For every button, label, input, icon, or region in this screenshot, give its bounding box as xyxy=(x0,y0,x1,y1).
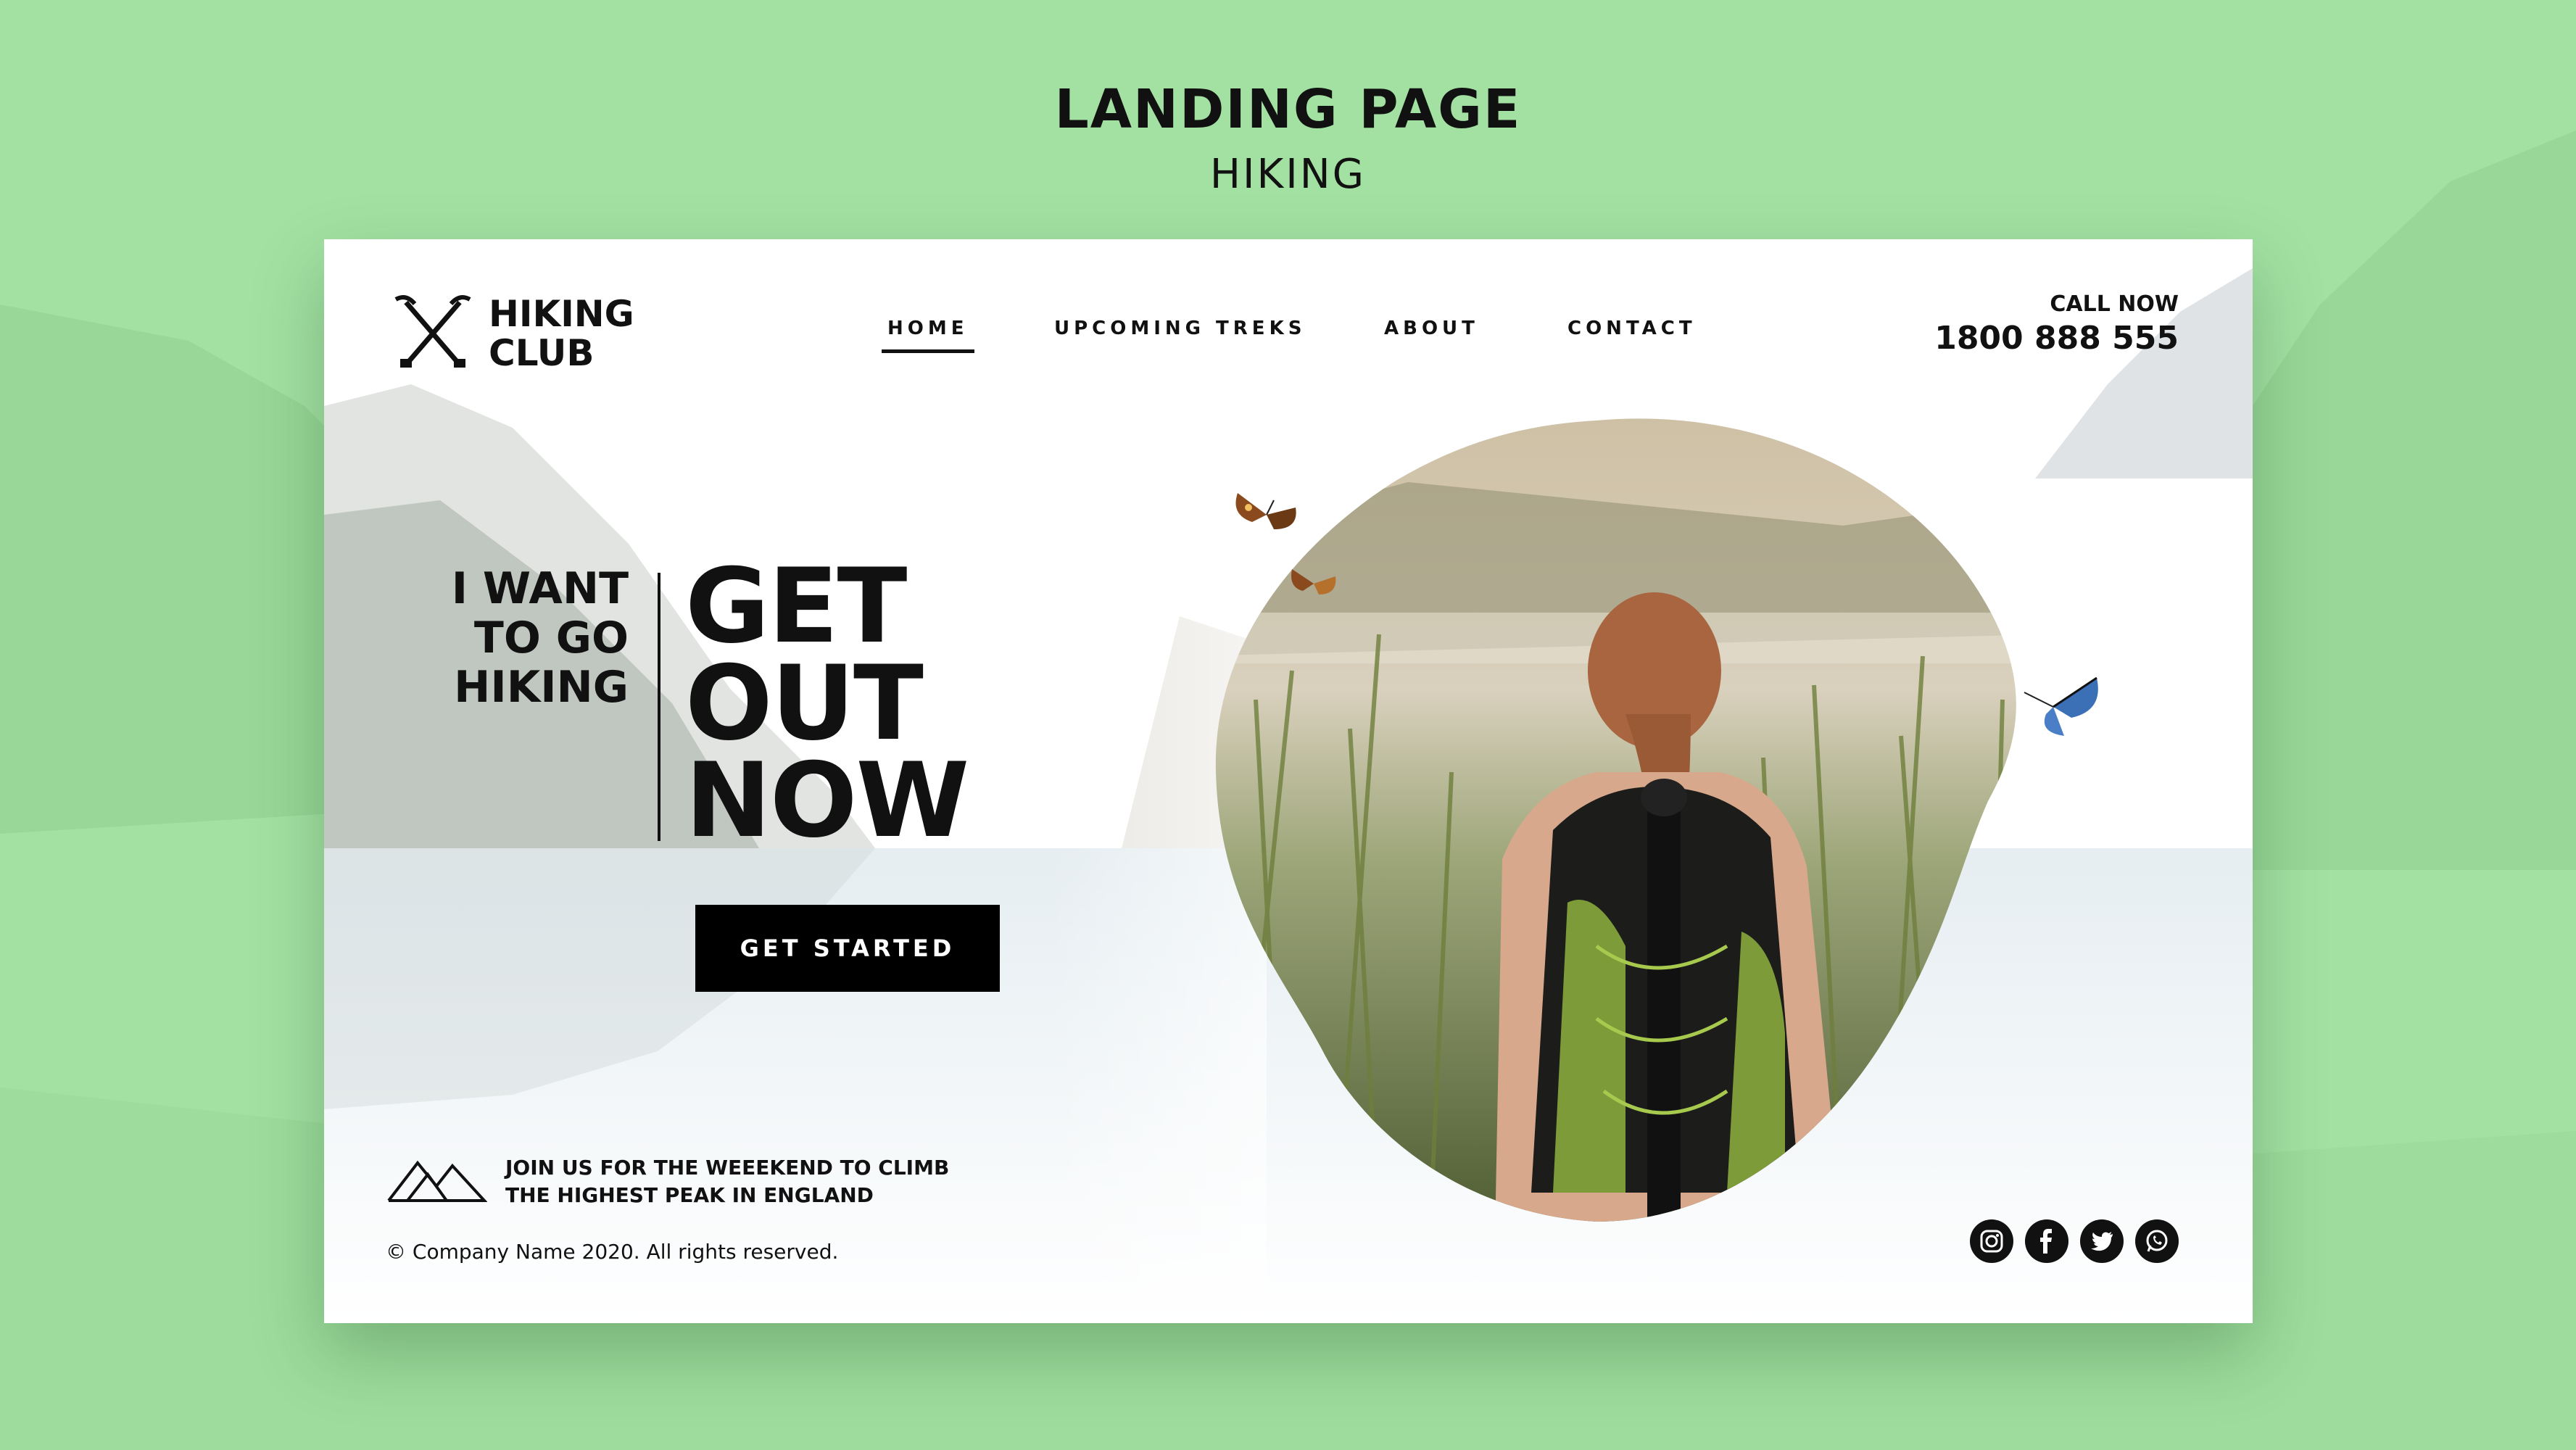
hero-big-heading: GET OUT NOW xyxy=(685,547,969,861)
hero-small-line: HIKING xyxy=(454,662,629,713)
hero-big-line: OUT xyxy=(685,644,924,763)
phone-number[interactable]: 1800 888 555 xyxy=(1934,320,2179,357)
nav-home[interactable]: HOME xyxy=(882,318,974,353)
call-now-label: CALL NOW xyxy=(2050,291,2179,317)
instagram-icon[interactable] xyxy=(1970,1219,2013,1263)
hero-small-heading: I WANT TO GO HIKING xyxy=(426,564,629,712)
call-now-block[interactable]: CALL NOW 1800 888 555 xyxy=(1934,291,2179,357)
tagline-line: JOIN US FOR THE WEEEKEND TO CLIMB xyxy=(505,1156,950,1180)
butterfly-icon xyxy=(1291,569,1336,594)
hero-small-line: I WANT xyxy=(451,563,629,614)
nav-contact[interactable]: CONTACT xyxy=(1567,318,1697,339)
social-links xyxy=(1970,1219,2179,1263)
tagline-line: THE HIGHEST PEAK IN ENGLAND xyxy=(505,1183,874,1207)
landing-page-card: HIKING CLUB HOME UPCOMING TREKS ABOUT CO… xyxy=(324,239,2253,1323)
whatsapp-icon[interactable] xyxy=(2135,1219,2179,1263)
butterfly-icon xyxy=(2024,676,2098,736)
hero-big-line: GET xyxy=(685,547,907,666)
copyright-text: © Company Name 2020. All rights reserved… xyxy=(386,1240,839,1264)
hiker-with-backpack-image xyxy=(1215,418,2016,1222)
hero-divider xyxy=(658,573,660,841)
nav-about[interactable]: ABOUT xyxy=(1384,318,1479,339)
page-title: LANDING PAGE xyxy=(1054,78,1522,141)
facebook-icon[interactable] xyxy=(2025,1219,2068,1263)
hero-big-line: NOW xyxy=(685,741,969,861)
hero-small-line: TO GO xyxy=(473,613,629,663)
page-subtitle: HIKING xyxy=(1209,151,1367,198)
footer-tagline: JOIN US FOR THE WEEEKEND TO CLIMB THE HI… xyxy=(505,1154,949,1209)
nav-upcoming-treks[interactable]: UPCOMING TREKS xyxy=(1054,318,1306,339)
butterfly-icon xyxy=(1235,493,1296,529)
get-started-button[interactable]: GET STARTED xyxy=(695,905,1000,992)
twitter-icon[interactable] xyxy=(2080,1219,2124,1263)
mountains-icon xyxy=(387,1160,487,1202)
